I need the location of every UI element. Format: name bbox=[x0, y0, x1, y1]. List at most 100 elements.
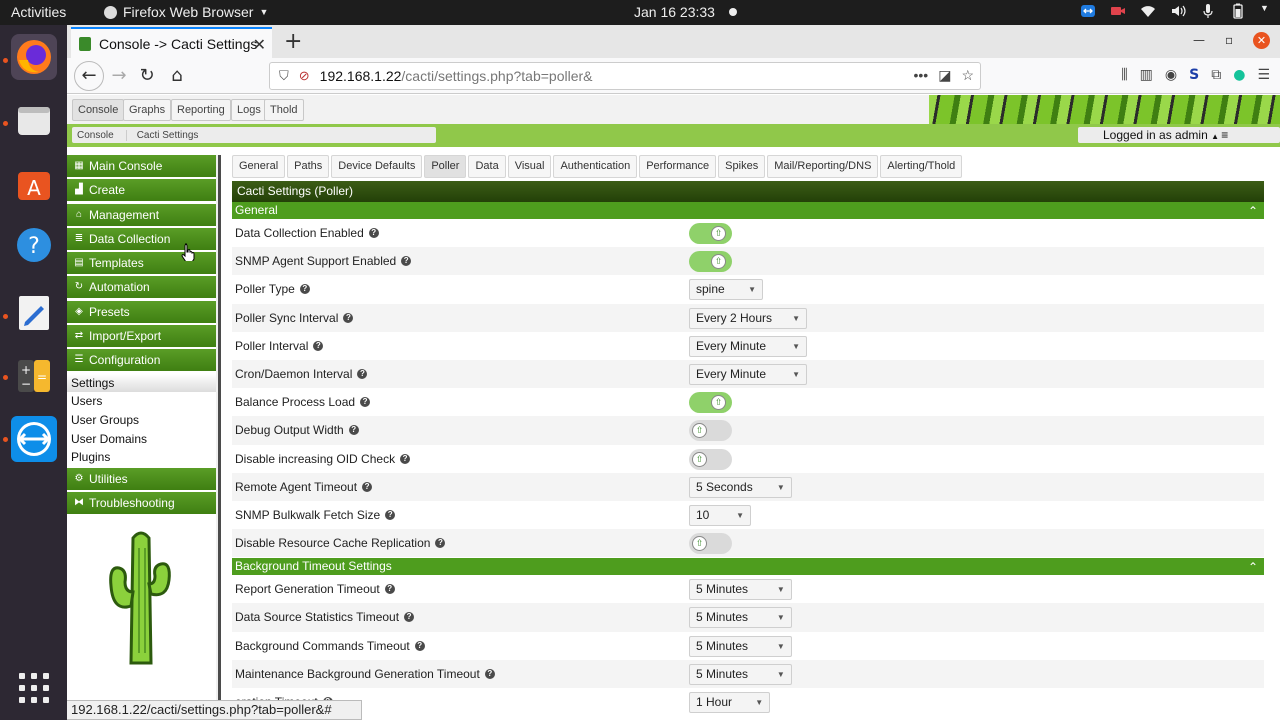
maximize-window-button[interactable]: ▫ bbox=[1225, 33, 1233, 47]
browser-tab[interactable]: Console -> Cacti Settings ✕ bbox=[71, 27, 272, 58]
section-general-header[interactable]: General ⌃ bbox=[232, 202, 1264, 219]
reload-button[interactable]: ↻ bbox=[135, 64, 159, 88]
help-circle-icon[interactable]: ? bbox=[384, 584, 395, 595]
top-tab-reporting[interactable]: Reporting bbox=[171, 99, 231, 121]
teamviewer-dock-icon[interactable] bbox=[11, 416, 57, 462]
microphone-icon[interactable] bbox=[1200, 3, 1216, 19]
home-button[interactable]: ⌂ bbox=[165, 64, 189, 88]
extension-puzzle-icon[interactable]: ⧉ bbox=[1211, 67, 1221, 83]
account-icon[interactable]: ◉ bbox=[1165, 67, 1177, 83]
back-button[interactable]: ← bbox=[74, 61, 104, 91]
minimize-window-button[interactable]: — bbox=[1193, 33, 1205, 47]
bookmark-star-icon[interactable]: ☆ bbox=[961, 67, 974, 84]
select-dropdown[interactable]: 10 ▼ bbox=[689, 504, 751, 526]
calculator-dock-icon[interactable]: + − = bbox=[11, 353, 57, 399]
select-dropdown[interactable]: 5 Minutes ▼ bbox=[689, 635, 792, 657]
submenu-user-groups[interactable]: User Groups bbox=[67, 411, 216, 430]
tab-mail-reporting-dns[interactable]: Mail/Reporting/DNS bbox=[767, 155, 879, 178]
menu-import-export[interactable]: ⇄ Import/Export bbox=[67, 325, 216, 348]
help-circle-icon[interactable]: ? bbox=[385, 509, 396, 520]
toggle-switch[interactable]: ⇧ bbox=[689, 448, 732, 470]
section-background-header[interactable]: Background Timeout Settings ⌃ bbox=[232, 558, 1264, 576]
teamviewer-tray-icon[interactable] bbox=[1080, 3, 1096, 19]
tab-data[interactable]: Data bbox=[468, 155, 506, 178]
select-dropdown[interactable]: 5 Seconds ▼ bbox=[689, 476, 792, 498]
help-circle-icon[interactable]: ? bbox=[313, 340, 324, 351]
help-circle-icon[interactable]: ? bbox=[400, 453, 411, 464]
sidebar-icon[interactable]: ▥ bbox=[1140, 67, 1153, 83]
files-dock-icon[interactable] bbox=[11, 98, 57, 144]
toggle-switch[interactable]: ⇧ bbox=[689, 533, 732, 555]
select-dropdown[interactable]: Every 2 Hours ▼ bbox=[689, 307, 807, 329]
toggle-switch[interactable]: ⇧ bbox=[689, 392, 732, 414]
help-circle-icon[interactable]: ? bbox=[414, 640, 425, 651]
chevrons-up-icon[interactable]: ⌃ bbox=[1248, 203, 1258, 220]
menu-presets[interactable]: ◈ Presets bbox=[67, 300, 216, 323]
menu-configuration[interactable]: ☰ Configuration bbox=[67, 349, 216, 372]
menu-create[interactable]: ▟ Create bbox=[67, 179, 216, 202]
tab-visual[interactable]: Visual bbox=[507, 155, 552, 178]
menu-management[interactable]: ⌂ Management bbox=[67, 203, 216, 226]
clock[interactable]: Jan 16 23:33 bbox=[634, 4, 737, 20]
tab-authentication[interactable]: Authentication bbox=[553, 155, 638, 178]
volume-icon[interactable] bbox=[1170, 3, 1186, 19]
select-dropdown[interactable]: 5 Minutes ▼ bbox=[689, 579, 792, 601]
menu-utilities[interactable]: ⚙ Utilities bbox=[67, 468, 216, 491]
help-circle-icon[interactable]: ? bbox=[484, 668, 495, 679]
forward-button[interactable]: → bbox=[107, 64, 131, 88]
new-tab-button[interactable]: + bbox=[284, 29, 302, 54]
tab-spikes[interactable]: Spikes bbox=[718, 155, 766, 178]
url-bar[interactable]: ⛉ ⊘ 192.168.1.22/cacti/settings.php?tab=… bbox=[269, 62, 981, 90]
library-icon[interactable]: ⫼ bbox=[1121, 67, 1127, 83]
select-dropdown[interactable]: 1 Hour ▼ bbox=[689, 692, 771, 713]
help-circle-icon[interactable]: ? bbox=[360, 397, 371, 408]
select-dropdown[interactable]: Every Minute ▼ bbox=[689, 363, 807, 385]
breadcrumb-console[interactable]: Console bbox=[72, 130, 126, 141]
software-center-dock-icon[interactable]: A bbox=[11, 160, 57, 206]
menu-main-console[interactable]: ▦ Main Console bbox=[67, 155, 216, 177]
tab-general[interactable]: General bbox=[232, 155, 286, 178]
hamburger-menu-icon[interactable]: ☰ bbox=[1257, 67, 1270, 83]
help-circle-icon[interactable]: ? bbox=[343, 312, 354, 323]
submenu-settings[interactable]: Settings bbox=[67, 373, 216, 393]
top-tab-logs[interactable]: Logs bbox=[231, 99, 267, 121]
select-dropdown[interactable]: 5 Minutes ▼ bbox=[689, 663, 792, 685]
firefox-dock-icon[interactable] bbox=[11, 34, 57, 80]
activities-button[interactable]: Activities bbox=[11, 4, 66, 20]
help-circle-icon[interactable]: ? bbox=[401, 256, 412, 267]
submenu-plugins[interactable]: Plugins bbox=[67, 448, 216, 467]
top-tab-thold[interactable]: Thold bbox=[264, 99, 304, 121]
toggle-switch[interactable]: ⇧ bbox=[689, 223, 732, 244]
help-circle-icon[interactable]: ? bbox=[404, 612, 415, 623]
help-circle-icon[interactable]: ? bbox=[435, 538, 446, 549]
tracking-shield-icon[interactable]: ⛉ bbox=[279, 68, 289, 84]
close-tab-icon[interactable]: ✕ bbox=[253, 35, 266, 55]
top-tab-graphs[interactable]: Graphs bbox=[123, 99, 172, 121]
breadcrumb-cacti-settings[interactable]: Cacti Settings bbox=[125, 129, 211, 141]
show-applications-icon[interactable] bbox=[19, 673, 49, 703]
help-circle-icon[interactable]: ? bbox=[299, 284, 310, 295]
pocket-icon[interactable]: ◪ bbox=[938, 67, 951, 84]
help-dock-icon[interactable]: ? bbox=[11, 222, 57, 268]
help-circle-icon[interactable]: ? bbox=[368, 228, 379, 238]
system-menu-icon[interactable]: ▼ bbox=[1260, 3, 1270, 19]
tab-device-defaults[interactable]: Device Defaults bbox=[331, 155, 423, 178]
help-circle-icon[interactable]: ? bbox=[357, 368, 368, 379]
battery-icon[interactable] bbox=[1230, 3, 1246, 19]
toggle-switch[interactable]: ⇧ bbox=[689, 420, 732, 442]
screen-record-icon[interactable] bbox=[1110, 3, 1126, 19]
menu-automation[interactable]: ↻ Automation bbox=[67, 276, 216, 299]
help-circle-icon[interactable]: ? bbox=[362, 481, 373, 492]
tab-poller[interactable]: Poller bbox=[424, 155, 467, 178]
system-tray[interactable]: ▼ bbox=[1080, 3, 1270, 19]
submenu-users[interactable]: Users bbox=[67, 392, 216, 411]
close-window-button[interactable]: ✕ bbox=[1253, 32, 1270, 49]
text-editor-dock-icon[interactable] bbox=[11, 290, 57, 336]
select-dropdown[interactable]: spine ▼ bbox=[689, 279, 763, 301]
submenu-user-domains[interactable]: User Domains bbox=[67, 430, 216, 449]
menu-resize-handle[interactable] bbox=[216, 155, 221, 700]
tab-paths[interactable]: Paths bbox=[287, 155, 330, 178]
toggle-switch[interactable]: ⇧ bbox=[689, 251, 732, 273]
select-dropdown[interactable]: Every Minute ▼ bbox=[689, 335, 807, 357]
app-menu[interactable]: Firefox Web Browser ▼ bbox=[104, 4, 268, 20]
